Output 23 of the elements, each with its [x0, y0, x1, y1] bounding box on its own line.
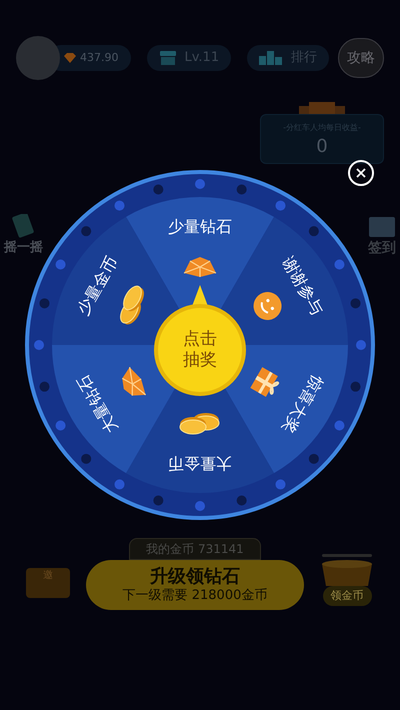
balance-text: 437.90: [80, 50, 118, 66]
shake-label: 摇一摇: [4, 239, 43, 257]
upgrade-title: 升级领钻石: [150, 566, 240, 588]
upgrade-subtitle: 下一级需要 218000金币: [122, 588, 268, 604]
close-icon: [356, 168, 366, 178]
my-coins-text: 我的金币 731141: [146, 541, 244, 558]
prize-label: 少量金币: [74, 254, 121, 318]
upgrade-button[interactable]: 升级领钻石 下一级需要 218000金币: [86, 560, 304, 610]
collect-coins-button[interactable]: 领金币: [322, 586, 372, 606]
dividend-value: 0: [316, 138, 328, 156]
treasure-chest-icon: [320, 554, 374, 586]
calendar-icon: [368, 214, 396, 238]
shop-icon: [158, 50, 176, 66]
prize-label: 大量金币: [168, 455, 232, 471]
guide-button[interactable]: 攻略: [338, 38, 384, 78]
prize-label: 大量钻石: [74, 372, 121, 436]
checkin-label: 签到: [368, 239, 396, 258]
prize-label: 惊喜大奖: [279, 372, 326, 436]
prize-label: 少量钻石: [168, 219, 232, 235]
podium-icon: [259, 51, 284, 65]
prize-label: 谢谢参与: [279, 254, 326, 318]
diamond-icon: [64, 53, 76, 63]
close-button[interactable]: [348, 160, 374, 186]
